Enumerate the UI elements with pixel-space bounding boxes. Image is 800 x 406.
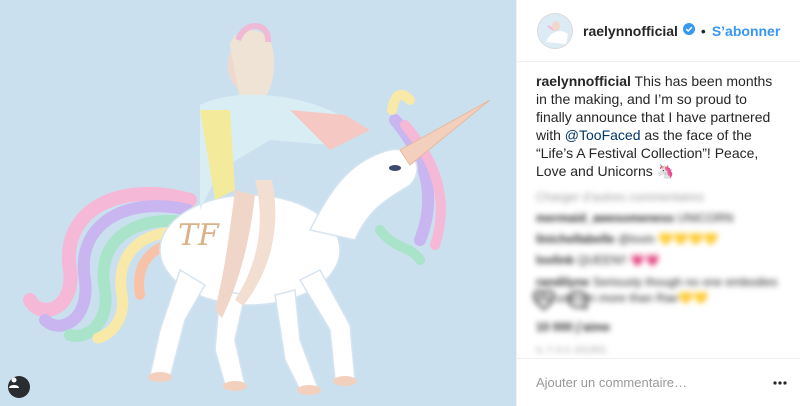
monogram-text: TF (178, 218, 220, 253)
load-more-comments-button[interactable]: Charger d’autres commentaires (536, 190, 784, 204)
avatar[interactable] (537, 12, 573, 49)
caption-username[interactable]: raelynnofficial (536, 73, 631, 89)
separator-dot: • (700, 22, 706, 39)
post-caption: raelynnofficial This has been months in … (517, 62, 800, 180)
comment-item: mermaid_awesomeness UNICORN (536, 211, 784, 225)
comments-section: Charger d’autres commentaires mermaid_aw… (517, 190, 800, 306)
comment-username[interactable]: mermaid_awesomeness (536, 211, 674, 225)
comment-input[interactable] (536, 375, 770, 390)
comment-username[interactable]: randilyne (536, 275, 589, 289)
comment-icon[interactable] (567, 290, 589, 310)
likes-count[interactable]: 10 000 j’aime (536, 320, 610, 334)
instagram-post: TF raelynnofficial • S’abonner raelynnof… (0, 0, 800, 406)
comment-item: linichellabelle @lovin 💛💛💛💛 (536, 232, 784, 246)
post-header: raelynnofficial • S’abonner (517, 0, 800, 62)
caption-mention[interactable]: @TooFaced (565, 127, 641, 143)
verified-badge-icon (682, 22, 695, 40)
comment-text: @lovin 💛💛💛💛 (614, 232, 718, 246)
add-comment-bar (517, 358, 800, 406)
heart-icon[interactable] (533, 290, 555, 310)
tagged-user-button[interactable] (8, 376, 30, 398)
header-username[interactable]: raelynnofficial (583, 23, 678, 39)
follow-button[interactable]: S’abonner (712, 23, 780, 39)
comment-item: lovlink QUEEN!! 💗💗 (536, 253, 784, 267)
user-tag-icon (9, 377, 19, 388)
unicorn-illustration: TF (23, 23, 491, 395)
post-image[interactable]: TF (0, 0, 516, 406)
more-options-icon[interactable] (770, 373, 790, 393)
comment-text: UNICORN (674, 211, 734, 225)
comment-username[interactable]: linichellabelle (536, 232, 615, 246)
post-timestamp[interactable]: IL Y A 6 JOURS (536, 345, 606, 355)
post-sidebar: raelynnofficial • S’abonner raelynnoffic… (516, 0, 800, 406)
comment-username[interactable]: lovlink (536, 253, 574, 267)
post-actions (533, 290, 589, 310)
comment-text: QUEEN!! 💗💗 (574, 253, 660, 267)
